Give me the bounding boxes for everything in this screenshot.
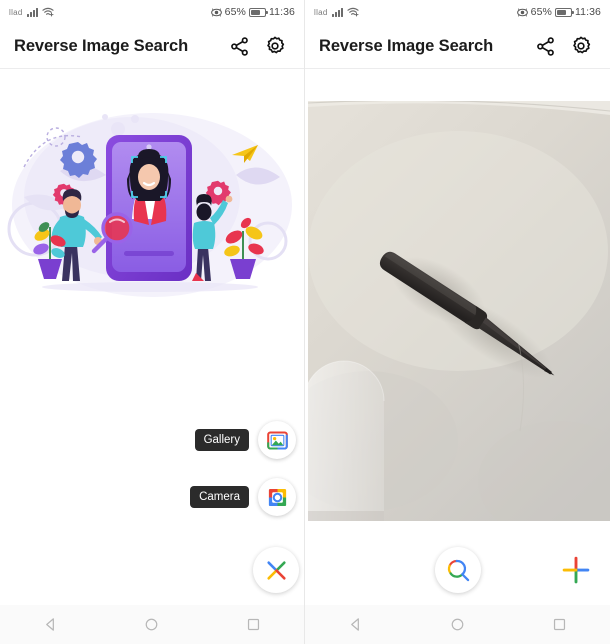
status-right-group-right: 65% 11:36 [516,6,601,18]
share-icon[interactable] [224,31,254,61]
signal-bars-icon [26,7,38,17]
right-screen: llad 65% 11:36 Reverse Image Search [305,0,610,644]
camera-label: Camera [190,485,249,509]
add-fab[interactable] [553,547,599,593]
wifi-icon-right [347,7,359,17]
close-fab[interactable] [253,547,299,593]
battery-icon [249,7,268,17]
reverse-image-search-illustration [0,101,304,301]
android-nav-bar-right [305,605,610,644]
gallery-image-icon[interactable] [258,421,296,459]
gallery-label: Gallery [194,428,249,452]
battery-percent-label-right: 65% [530,6,552,18]
wifi-icon [42,7,54,17]
carrier-label: llad [9,7,23,17]
clock-label-right: 11:36 [575,6,601,18]
selected-photo-knife[interactable] [308,101,610,521]
left-content-area: Gallery Camera [0,69,304,605]
left-screen: llad 65% 11:36 Reverse Image Search Gall… [0,0,305,644]
signal-bars-icon-right [331,7,343,17]
camera-action-row[interactable]: Camera [190,478,296,516]
camera-icon[interactable] [258,478,296,516]
share-icon-right[interactable] [530,31,560,61]
home-circle-icon[interactable] [132,605,172,644]
back-triangle-icon[interactable] [31,605,71,644]
gallery-action-row[interactable]: Gallery [194,421,296,459]
left-fab-bar [0,543,304,599]
status-bar-left: llad 65% 11:36 [0,0,304,24]
recents-square-icon[interactable] [233,605,273,644]
android-nav-bar-left [0,605,304,644]
eye-comfort-icon-right [516,8,528,16]
status-left-group-right: llad [314,7,359,17]
page-title-right: Reverse Image Search [319,36,494,55]
dual-screenshot-container: llad 65% 11:36 Reverse Image Search Gall… [0,0,610,644]
status-bar-right: llad 65% 11:36 [305,0,610,24]
app-bar-right: Reverse Image Search [305,24,610,69]
app-bar-left: Reverse Image Search [0,24,304,69]
recents-square-icon-right[interactable] [539,605,579,644]
home-circle-icon-right[interactable] [437,605,477,644]
right-content-area [305,69,610,605]
search-fab[interactable] [435,547,481,593]
page-title: Reverse Image Search [14,36,189,55]
gear-icon[interactable] [260,31,290,61]
carrier-label-right: llad [314,7,328,17]
gear-icon-right[interactable] [566,31,596,61]
battery-percent-label: 65% [224,6,246,18]
back-triangle-icon-right[interactable] [336,605,376,644]
status-left-group: llad [9,7,54,17]
right-fab-bar [305,543,610,599]
status-right-group: 65% 11:36 [210,6,295,18]
clock-label: 11:36 [269,6,295,18]
battery-icon-right [555,7,574,17]
eye-comfort-icon [210,8,222,16]
